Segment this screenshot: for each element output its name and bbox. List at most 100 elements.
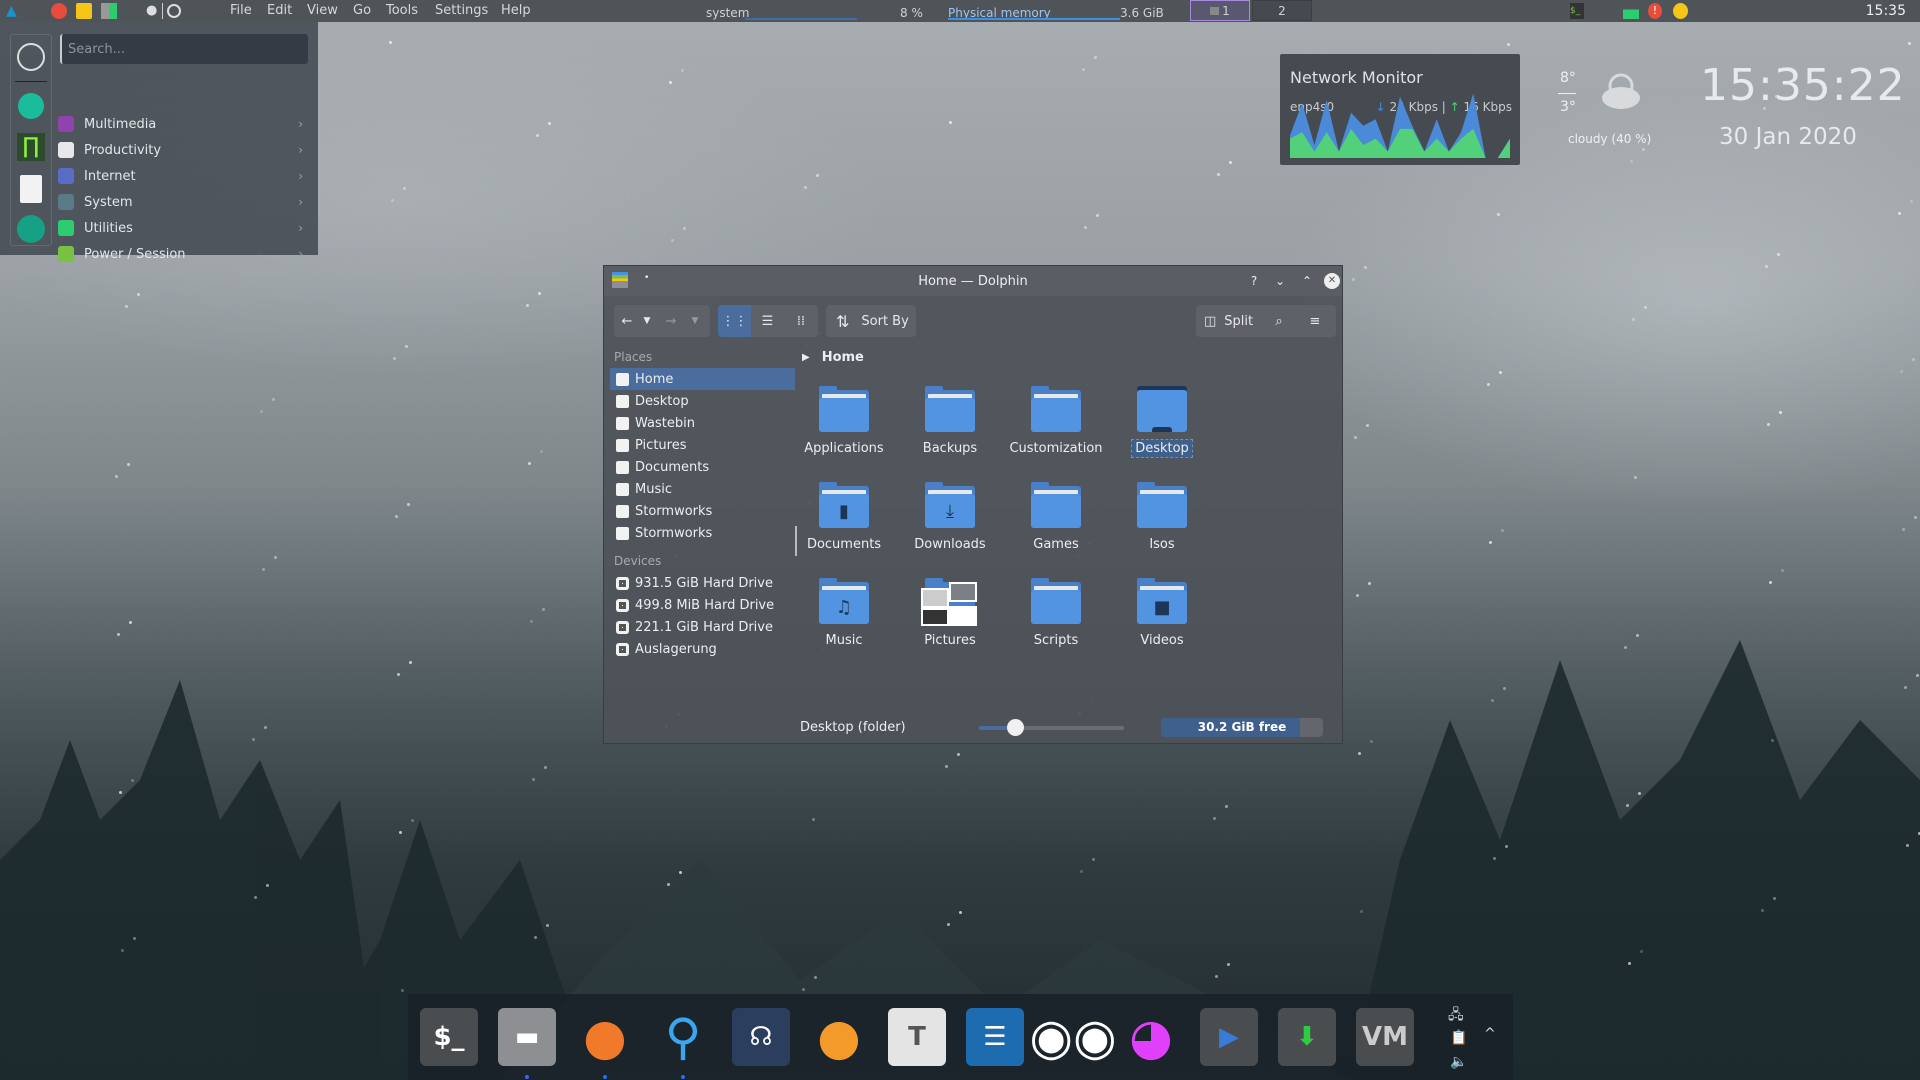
device-item[interactable]: 221.1 GiB Hard Drive	[610, 616, 795, 638]
breadcrumb-home[interactable]: Home	[822, 350, 864, 365]
split-button[interactable]: ◫ Split	[1196, 305, 1261, 337]
system-monitor-icon[interactable]	[1623, 3, 1639, 19]
launcher-category-power-session[interactable]: Power / Session ›	[58, 242, 303, 266]
dock-app-firefox[interactable]: ●	[576, 1008, 634, 1066]
desktop-pager-2[interactable]: 2	[1252, 0, 1312, 21]
file-item-desktop[interactable]: Desktop	[1097, 386, 1227, 458]
sort-by-button[interactable]: ⇅ Sort By	[826, 305, 916, 337]
places-item-stormworks[interactable]: Stormworks	[610, 500, 795, 522]
minimize-button[interactable]: ⌄	[1272, 273, 1288, 289]
panel-clock[interactable]: 15:35	[1866, 3, 1906, 19]
snowflake	[121, 949, 124, 952]
device-item[interactable]: Auslagerung	[610, 638, 795, 660]
menu-file[interactable]: File	[230, 3, 252, 18]
warning-icon[interactable]: !	[1648, 3, 1662, 19]
arch-linux-icon[interactable]: ▲	[6, 3, 17, 19]
back-history-dropdown[interactable]: ▼	[640, 305, 654, 337]
launcher-search-input[interactable]: Search...	[60, 34, 308, 64]
hamburger-menu-button[interactable]: ≡	[1297, 305, 1333, 337]
breadcrumb[interactable]: ▶ Home	[802, 346, 864, 368]
zoom-slider[interactable]	[979, 719, 1124, 736]
snowflake	[1217, 173, 1220, 176]
menu-view[interactable]: View	[307, 3, 338, 18]
water-drop-icon[interactable]: ●	[146, 3, 157, 19]
folder-icon: ⤓	[925, 482, 975, 528]
launcher-category-productivity[interactable]: Productivity ›	[58, 138, 303, 162]
dock-app-gimp[interactable]: ◉◉	[1029, 1008, 1116, 1066]
menu-edit[interactable]: Edit	[267, 3, 292, 18]
menu-help[interactable]: Help	[501, 3, 531, 18]
forward-history-dropdown[interactable]: ▼	[688, 305, 702, 337]
dolphin-app-icon[interactable]	[612, 272, 628, 288]
calculator-icon[interactable]	[101, 3, 117, 19]
desktop-pager-1[interactable]: 1	[1190, 0, 1250, 21]
menu-settings[interactable]: Settings	[435, 3, 488, 18]
pacman-icon[interactable]	[1673, 3, 1688, 19]
places-item-label: Stormworks	[635, 525, 713, 541]
places-item-stormworks[interactable]: Stormworks	[610, 522, 795, 544]
snowflake	[1507, 43, 1510, 46]
places-item-music[interactable]: Music	[610, 478, 795, 500]
dock-app-file-manager[interactable]: ▬	[498, 1008, 556, 1066]
help-button[interactable]: ?	[1246, 273, 1262, 289]
dock-app-virt-manager[interactable]: VM	[1356, 1008, 1414, 1066]
places-item-desktop[interactable]: Desktop	[610, 390, 795, 412]
cpu-label: system	[706, 6, 750, 20]
volume-icon[interactable]: 🔈	[1450, 1054, 1467, 1070]
launcher-category-utilities[interactable]: Utilities ›	[58, 216, 303, 240]
expand-tray-icon[interactable]: ^	[1484, 1026, 1496, 1042]
places-item-pictures[interactable]: Pictures	[610, 434, 795, 456]
dock-app-steam[interactable]: ⚲	[654, 1008, 712, 1066]
file-item-isos[interactable]: Isos	[1097, 482, 1227, 553]
window-titlebar[interactable]: • Home — Dolphin ? ⌄ ⌃ ✕	[604, 266, 1342, 296]
dock-app-kdenlive[interactable]: ▶	[1200, 1008, 1258, 1066]
oscilloscope-icon[interactable]: ∏	[17, 133, 45, 161]
power-icon[interactable]	[17, 43, 45, 71]
network-icon[interactable]: 🖧	[1448, 1004, 1464, 1028]
free-space-bar[interactable]: 30.2 GiB free	[1161, 718, 1323, 737]
desktop-icon	[616, 394, 629, 408]
launcher-category-system[interactable]: System ›	[58, 190, 303, 214]
dock-app-usb-creator[interactable]: ⬇	[1278, 1008, 1336, 1066]
color-picker-icon[interactable]	[51, 3, 67, 19]
menu-tools[interactable]: Tools	[386, 3, 418, 18]
dock-app-teamspeak[interactable]: ☊	[732, 1008, 790, 1066]
dock-app-otter-browser[interactable]: ●	[810, 1008, 868, 1066]
aperture-icon[interactable]	[17, 215, 45, 243]
snowflake	[1912, 358, 1915, 361]
compact-view-button[interactable]: ⁞⁞	[784, 305, 818, 337]
terminal-icon[interactable]: $_	[1570, 3, 1584, 19]
circle-icon[interactable]	[167, 4, 181, 18]
settings-wrench-icon[interactable]	[18, 93, 44, 119]
places-item-wastebin[interactable]: Wastebin	[610, 412, 795, 434]
dock-app-text-editor[interactable]: T	[888, 1008, 946, 1066]
device-item[interactable]: 931.5 GiB Hard Drive	[610, 572, 795, 594]
file-label: Pictures	[924, 633, 976, 648]
clipboard-icon[interactable]: 📋	[1450, 1030, 1467, 1046]
launcher-category-internet[interactable]: Internet ›	[58, 164, 303, 188]
document-icon[interactable]	[20, 175, 42, 203]
device-item[interactable]: 499.8 MiB Hard Drive	[610, 594, 795, 616]
snowflake	[1227, 963, 1230, 966]
forward-button[interactable]: →	[654, 305, 688, 337]
folder-emblem: ▮	[839, 500, 849, 522]
zoom-slider-handle[interactable]	[1007, 719, 1025, 736]
file-item-videos[interactable]: ■ Videos	[1097, 578, 1227, 649]
close-button[interactable]: ✕	[1324, 273, 1340, 289]
maximize-button[interactable]: ⌃	[1299, 273, 1315, 289]
places-item-home[interactable]: Home	[610, 368, 795, 390]
search-button[interactable]: ⌕	[1261, 305, 1297, 337]
launcher-category-multimedia[interactable]: Multimedia ›	[58, 112, 303, 136]
icons-view-button[interactable]: ⋮⋮	[718, 305, 751, 337]
menu-go[interactable]: Go	[353, 3, 371, 18]
dock-app-notes-list[interactable]: ☰	[966, 1008, 1024, 1066]
back-button[interactable]: ←	[614, 305, 640, 337]
dock-app-terminal[interactable]: $_	[420, 1008, 478, 1066]
dock-app-krita[interactable]: ◕	[1122, 1008, 1180, 1066]
snowflake	[252, 738, 255, 741]
details-view-button[interactable]: ☰	[751, 305, 784, 337]
notes-icon[interactable]	[76, 3, 92, 19]
pictures-folder-icon	[921, 578, 977, 626]
places-item-documents[interactable]: Documents	[610, 456, 795, 478]
pin-icon[interactable]: •	[644, 273, 649, 283]
